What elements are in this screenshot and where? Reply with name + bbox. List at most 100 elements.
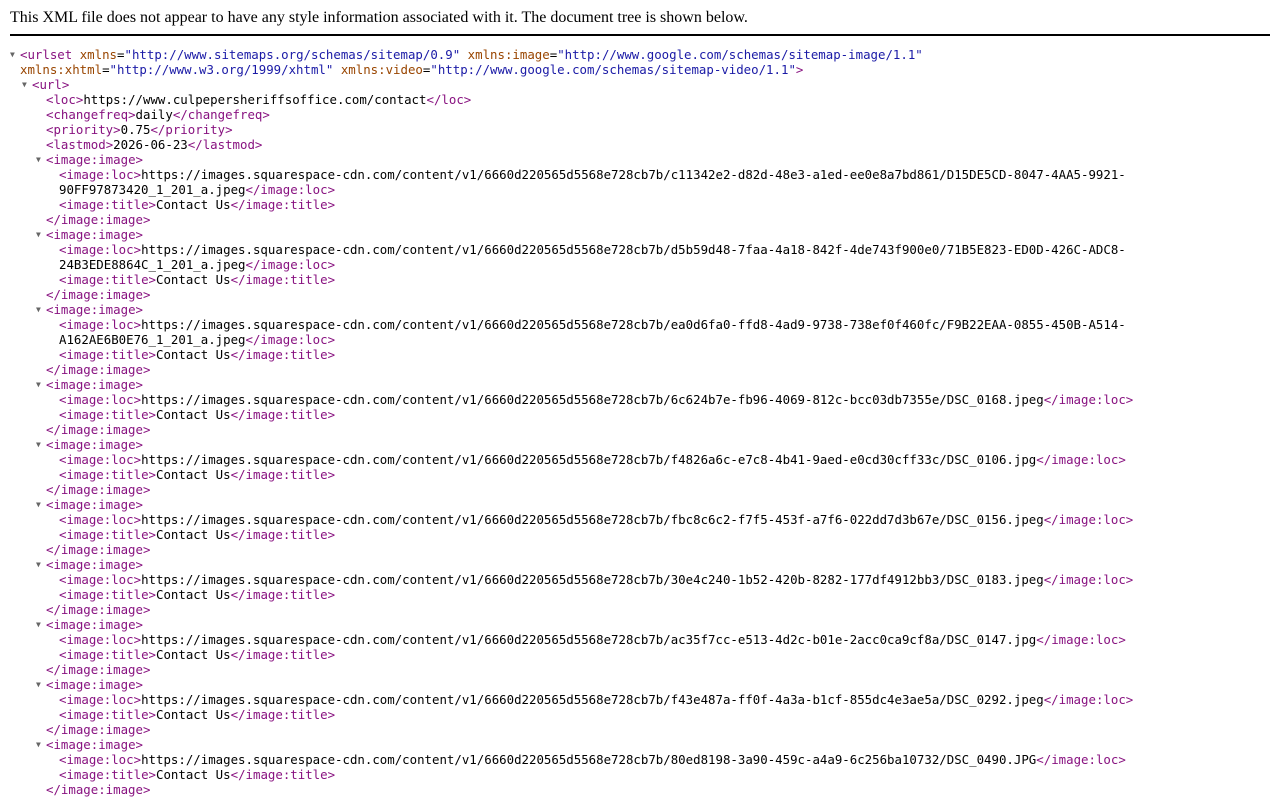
xml-info-header: This XML file does not appear to have an… [10,8,1270,36]
image-loc-close-tag-name: image:loc [1051,452,1119,467]
image-loc-line: <image:loc>https://images.squarespace-cd… [59,167,1126,182]
image-loc-tag-name: image:loc [66,572,134,587]
image-title-value: Contact Us [156,587,231,602]
image-close-tag-name: image:image [60,662,143,677]
xmlns-video-value: http://www.google.com/schemas/sitemap-vi… [437,62,789,77]
image-loc-value: https://images.squarespace-cdn.com/conte… [141,572,1044,587]
image-open-line: ▼ <image:image> [36,227,143,242]
collapse-toggle-icon[interactable]: ▼ [10,47,15,62]
image-open-line: ▼ <image:image> [36,437,143,452]
image-tag-name: image:image [53,617,136,632]
priority-tag-name: priority [53,122,114,137]
image-close-line: </image:image> [46,212,151,227]
xmlns-video-attr: xmlns:video [340,62,423,77]
urlset-open-line-cont: xmlns:xhtml="http://www.w3.org/1999/xhtm… [20,62,804,77]
xmlns-image-attr: xmlns:image [467,47,550,62]
image-close-tag-name: image:image [60,212,143,227]
image-close-line: </image:image> [46,287,151,302]
collapse-toggle-icon[interactable]: ▼ [36,677,41,692]
image-loc-tag-name: image:loc [66,752,134,767]
image-title-line: <image:title>Contact Us</image:title> [59,587,336,602]
changefreq-close-tag-name: changefreq [187,107,263,122]
image-open-line: ▼ <image:image> [36,152,143,167]
xmlns-image-value: http://www.google.com/schemas/sitemap-im… [564,47,916,62]
collapse-toggle-icon[interactable]: ▼ [36,557,41,572]
image-close-line: </image:image> [46,542,151,557]
image-title-line: <image:title>Contact Us</image:title> [59,527,336,542]
image-title-line: <image:title>Contact Us</image:title> [59,467,336,482]
image-title-close-tag-name: image:title [245,707,328,722]
image-title-close-tag-name: image:title [245,407,328,422]
changefreq-tag-name: changefreq [53,107,129,122]
collapse-toggle-icon[interactable]: ▼ [36,377,41,392]
image-title-value: Contact Us [156,347,231,362]
image-loc-value: https://images.squarespace-cdn.com/conte… [141,392,1044,407]
image-loc-line: <image:loc>https://images.squarespace-cd… [59,632,1126,647]
image-loc-line: <image:loc>https://images.squarespace-cd… [59,242,1126,257]
lastmod-close-tag-name: lastmod [202,137,255,152]
loc-tag-name: loc [53,92,76,107]
lastmod-tag-name: lastmod [53,137,106,152]
image-loc-value: https://images.squarespace-cdn.com/conte… [141,242,1126,257]
changefreq-line: <changefreq>daily</changefreq> [46,107,270,122]
image-title-tag-name: image:title [66,587,149,602]
collapse-toggle-icon[interactable]: ▼ [36,737,41,752]
image-title-value: Contact Us [156,527,231,542]
image-open-line: ▼ <image:image> [36,302,143,317]
image-title-line: <image:title>Contact Us</image:title> [59,347,336,362]
image-open-line: ▼ <image:image> [36,497,143,512]
image-open-line: ▼ <image:image> [36,737,143,752]
image-title-close-tag-name: image:title [245,272,328,287]
image-open-line: ▼ <image:image> [36,617,143,632]
collapse-toggle-icon[interactable]: ▼ [22,77,27,92]
collapse-toggle-icon[interactable]: ▼ [36,227,41,242]
priority-close-tag-name: priority [165,122,226,137]
xmlns-xhtml-value: http://www.w3.org/1999/xhtml [117,62,326,77]
collapse-toggle-icon[interactable]: ▼ [36,302,41,317]
image-loc-tag-name: image:loc [66,392,134,407]
urlset-open-line: ▼ <urlset xmlns="http://www.sitemaps.org/… [10,47,923,62]
image-title-tag-name: image:title [66,272,149,287]
image-title-close-tag-name: image:title [245,467,328,482]
image-title-tag-name: image:title [66,407,149,422]
image-title-close-tag-name: image:title [245,527,328,542]
image-title-tag-name: image:title [66,647,149,662]
image-title-value: Contact Us [156,767,231,782]
image-loc-line: <image:loc>https://images.squarespace-cd… [59,692,1134,707]
urlset-tag-name: urlset [27,47,73,62]
loc-value: https://www.culpepersheriffsoffice.com/c… [83,92,427,107]
url-tag-name: url [39,77,62,92]
image-close-tag-name: image:image [60,482,143,497]
image-loc-line: <image:loc>https://images.squarespace-cd… [59,512,1134,527]
image-title-value: Contact Us [156,197,231,212]
image-loc-value: https://images.squarespace-cdn.com/conte… [141,512,1044,527]
url-open-line: ▼ <url> [22,77,70,92]
image-loc-line-cont: A162AE6B0E76_1_201_a.jpeg</image:loc> [59,332,336,347]
image-loc-line: <image:loc>https://images.squarespace-cd… [59,392,1134,407]
image-title-line: <image:title>Contact Us</image:title> [59,407,336,422]
image-loc-value-cont: 90FF97873420_1_201_a.jpeg [59,182,246,197]
image-loc-value: https://images.squarespace-cdn.com/conte… [141,692,1044,707]
changefreq-value: daily [135,107,173,122]
image-title-close-tag-name: image:title [245,647,328,662]
image-loc-close-tag-name: image:loc [1051,752,1119,767]
image-loc-close-tag-name: image:loc [1058,392,1126,407]
image-close-tag-name: image:image [60,782,143,797]
image-title-tag-name: image:title [66,707,149,722]
image-title-close-tag-name: image:title [245,197,328,212]
xml-document-tree: ▼ <urlset xmlns="http://www.sitemaps.org/… [0,47,1280,797]
image-tag-name: image:image [53,377,136,392]
image-title-value: Contact Us [156,407,231,422]
image-close-tag-name: image:image [60,422,143,437]
image-tag-name: image:image [53,437,136,452]
collapse-toggle-icon[interactable]: ▼ [36,152,41,167]
image-open-line: ▼ <image:image> [36,557,143,572]
image-close-tag-name: image:image [60,287,143,302]
xmlns-attr: xmlns [79,47,118,62]
collapse-toggle-icon[interactable]: ▼ [36,617,41,632]
image-title-tag-name: image:title [66,467,149,482]
image-open-line: ▼ <image:image> [36,677,143,692]
collapse-toggle-icon[interactable]: ▼ [36,437,41,452]
image-title-close-tag-name: image:title [245,347,328,362]
collapse-toggle-icon[interactable]: ▼ [36,497,41,512]
